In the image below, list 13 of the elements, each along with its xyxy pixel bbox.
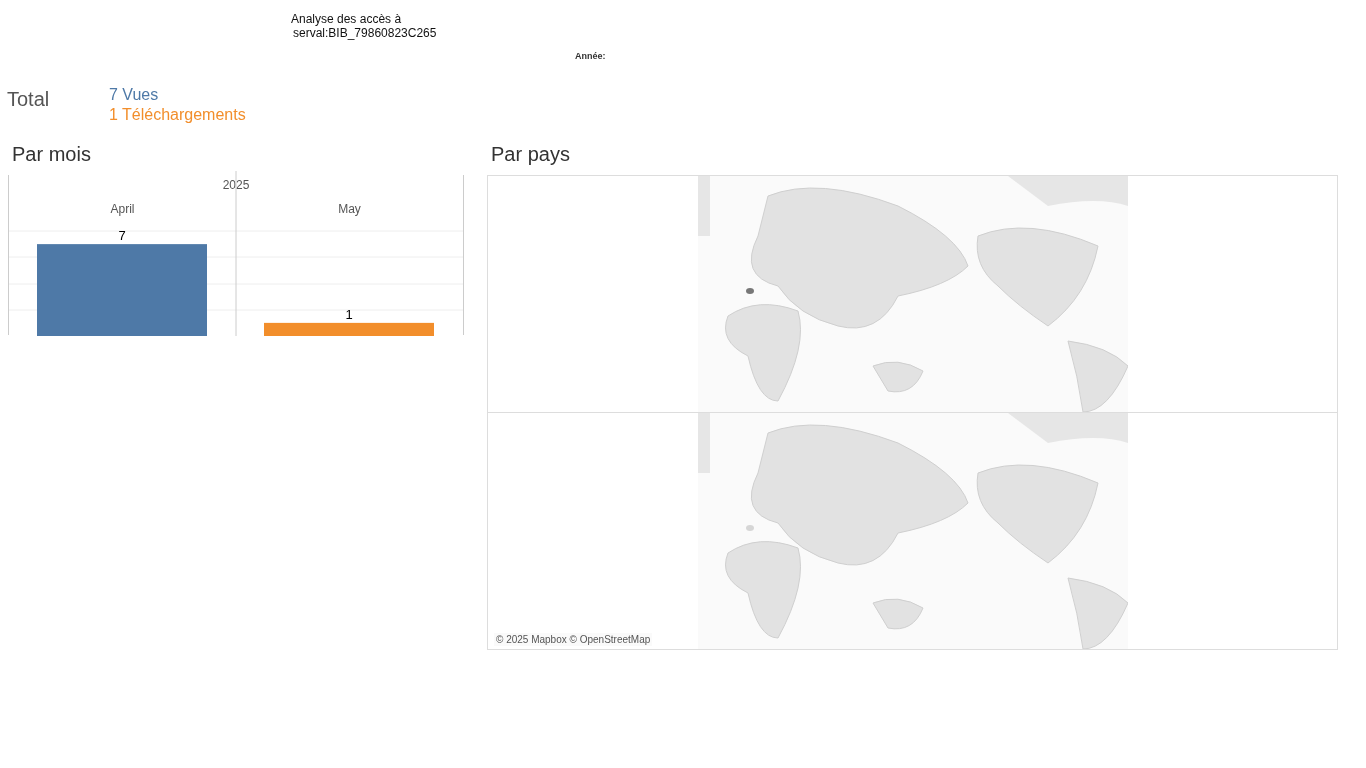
total-count: 1 Téléchargements xyxy=(109,105,246,125)
section-title: Par mois xyxy=(11,142,92,167)
data-label: 7 xyxy=(118,228,126,244)
total-count: 7 Vues xyxy=(109,85,160,105)
total-label: Total xyxy=(7,87,51,112)
map-attribution: © 2025 Mapbox © OpenStreetMap xyxy=(494,633,653,646)
section-title: Par pays xyxy=(490,142,571,167)
month-header: May xyxy=(337,201,362,218)
month-header: April xyxy=(109,201,136,218)
dashboard-title: Analyse des accès à serval:BIB_79860823C265 xyxy=(291,12,437,40)
data-label: 1 xyxy=(345,306,353,322)
year-filter-label: Année: xyxy=(575,51,606,61)
year-header: 2025 xyxy=(221,177,251,194)
